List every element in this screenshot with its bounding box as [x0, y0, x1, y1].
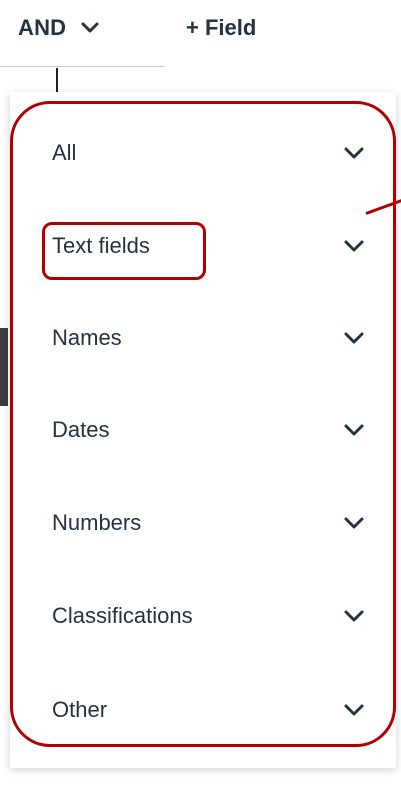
category-label: Numbers [52, 510, 142, 535]
category-label: Text fields [52, 233, 150, 258]
query-builder-screen: AND + Field All Text fields Names Dates … [0, 0, 401, 787]
category-dates[interactable]: Dates [22, 400, 382, 460]
category-label: All [52, 140, 77, 165]
left-edge-marker [0, 328, 8, 406]
chevron-down-icon [342, 511, 366, 535]
category-label: Classifications [52, 603, 193, 628]
chevron-down-icon [342, 326, 366, 350]
category-label: Names [52, 325, 122, 350]
operator-dropdown-button[interactable]: AND [18, 10, 150, 46]
category-names[interactable]: Names [22, 308, 382, 368]
category-label: Dates [52, 417, 110, 442]
query-toolbar: AND + Field [0, 0, 401, 70]
category-text-fields[interactable]: Text fields [22, 216, 382, 276]
chevron-down-icon [80, 18, 100, 38]
text-cursor [56, 68, 58, 92]
add-field-button[interactable]: + Field [186, 10, 256, 46]
toolbar-divider [0, 66, 164, 67]
category-classifications[interactable]: Classifications [22, 586, 382, 646]
operator-label: AND [18, 15, 67, 40]
chevron-down-icon [342, 234, 366, 258]
chevron-down-icon [342, 141, 366, 165]
category-numbers[interactable]: Numbers [22, 493, 382, 553]
category-all[interactable]: All [22, 123, 382, 183]
category-label: Other [52, 697, 108, 722]
chevron-down-icon [342, 698, 366, 722]
category-other[interactable]: Other [22, 680, 382, 740]
chevron-down-icon [342, 604, 366, 628]
chevron-down-icon [342, 418, 366, 442]
field-category-list: All Text fields Names Dates Numbers Clas… [22, 108, 382, 744]
